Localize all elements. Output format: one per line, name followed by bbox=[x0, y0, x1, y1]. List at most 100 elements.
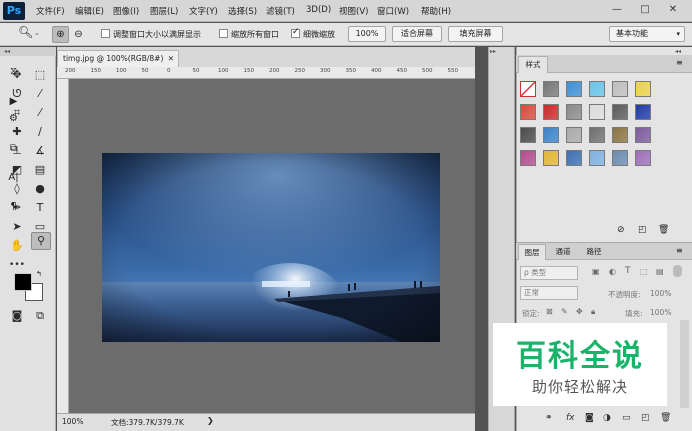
fill-value[interactable]: 100% bbox=[650, 308, 671, 317]
layers-menu-icon[interactable]: ≡ bbox=[676, 246, 683, 255]
tab-channels[interactable]: 通道 bbox=[549, 244, 577, 260]
menu-item-2[interactable]: 图像(I) bbox=[113, 5, 139, 17]
new-layer-icon[interactable]: ◰ bbox=[641, 413, 650, 423]
hand-tool-icon[interactable]: ✋ bbox=[8, 238, 26, 254]
brush-tool-icon[interactable]: ∕ bbox=[31, 124, 49, 140]
filter-smart-object-icon[interactable]: ▤ bbox=[656, 267, 664, 276]
style-swatch[interactable] bbox=[566, 150, 582, 166]
history-brush-tool-icon[interactable]: ∡ bbox=[31, 143, 49, 159]
fill-screen-button[interactable]: 填充屏幕 bbox=[448, 26, 503, 42]
menu-item-9[interactable]: 窗口(W) bbox=[377, 5, 409, 17]
lock-image-icon[interactable]: ✎ bbox=[561, 307, 568, 316]
menu-item-6[interactable]: 滤镜(T) bbox=[266, 5, 295, 17]
filter-pixel-icon[interactable]: ▣ bbox=[592, 267, 600, 276]
paragraph-panel-icon[interactable]: ¶ bbox=[5, 199, 22, 214]
workspace-dropdown[interactable]: 基本功能 ▾ bbox=[609, 26, 685, 42]
type-tool-icon[interactable]: T bbox=[31, 200, 49, 216]
style-swatch[interactable] bbox=[635, 81, 651, 97]
style-swatch[interactable] bbox=[589, 127, 605, 143]
character-panel-icon[interactable]: A| bbox=[5, 170, 22, 185]
link-layers-icon[interactable]: ⚭ bbox=[545, 413, 553, 423]
clone-source-panel-icon[interactable]: ⧉ bbox=[5, 141, 22, 156]
restore-button[interactable]: □ bbox=[634, 2, 656, 18]
style-swatch-none[interactable] bbox=[520, 81, 536, 97]
scrubby-zoom-checkbox[interactable] bbox=[291, 27, 300, 38]
style-swatch[interactable] bbox=[589, 150, 605, 166]
style-swatch[interactable] bbox=[612, 104, 628, 120]
style-swatch[interactable] bbox=[635, 104, 651, 120]
edit-toolbar-icon[interactable]: ••• bbox=[8, 257, 26, 273]
tab-layers[interactable]: 图层 bbox=[518, 244, 546, 260]
panel-collapse-icon[interactable]: ◂◂ bbox=[675, 48, 681, 55]
style-swatch[interactable] bbox=[566, 81, 582, 97]
fit-screen-button[interactable]: 适合屏幕 bbox=[392, 26, 442, 42]
style-swatch[interactable] bbox=[520, 104, 536, 120]
style-swatch[interactable] bbox=[520, 150, 536, 166]
opacity-value[interactable]: 100% bbox=[650, 289, 671, 298]
menu-item-10[interactable]: 帮助(H) bbox=[421, 5, 451, 17]
menu-item-7[interactable]: 3D(D) bbox=[306, 5, 331, 15]
zoom-all-windows-checkbox[interactable] bbox=[219, 29, 228, 38]
tab-paths[interactable]: 路径 bbox=[580, 244, 608, 260]
filter-toggle[interactable] bbox=[673, 265, 682, 277]
layers-scrollbar[interactable] bbox=[680, 320, 689, 408]
tab-styles[interactable]: 样式 bbox=[518, 56, 548, 73]
blend-mode-dropdown[interactable]: 正常 bbox=[520, 286, 578, 300]
foreground-color-swatch-front[interactable] bbox=[14, 273, 32, 291]
style-swatch[interactable] bbox=[635, 150, 651, 166]
close-button[interactable]: ✕ bbox=[662, 2, 684, 18]
style-swatch[interactable] bbox=[543, 104, 559, 120]
lock-position-icon[interactable]: ✥ bbox=[576, 307, 583, 316]
style-swatch[interactable] bbox=[543, 150, 559, 166]
panel-menu-icon[interactable]: ≡ bbox=[676, 58, 683, 67]
delete-layer-icon[interactable]: 🗑︎ bbox=[660, 413, 671, 423]
ruler-horizontal[interactable]: 200 150 100 50 0 50 100 150 200 250 300 350 400 450 50… bbox=[57, 67, 475, 79]
layer-kind-filter[interactable]: ρ 类型 bbox=[520, 266, 578, 280]
document-size[interactable]: 文档:379.7K/379.7K bbox=[111, 417, 184, 428]
style-swatch[interactable] bbox=[612, 81, 628, 97]
dock-collapse-icon[interactable]: ▸▸ bbox=[490, 48, 496, 55]
menu-item-5[interactable]: 选择(S) bbox=[228, 5, 257, 17]
menu-item-0[interactable]: 文件(F) bbox=[36, 5, 65, 17]
document-tab[interactable]: timg.jpg @ 100%(RGB/8#) ✕ bbox=[57, 50, 179, 67]
path-selection-tool-icon[interactable]: ➤ bbox=[8, 219, 26, 235]
marquee-tool-icon[interactable]: ⬚ bbox=[31, 67, 49, 83]
filter-adjustment-icon[interactable]: ◐ bbox=[609, 267, 616, 276]
eyedropper-tool-icon[interactable]: ⁄ bbox=[31, 105, 49, 121]
ruler-vertical[interactable] bbox=[57, 79, 69, 413]
zoom-status[interactable]: 100% bbox=[62, 417, 83, 426]
style-swatch[interactable] bbox=[635, 127, 651, 143]
gradient-tool-icon[interactable]: ▤ bbox=[31, 162, 49, 178]
style-swatch[interactable] bbox=[543, 127, 559, 143]
style-swatch[interactable] bbox=[589, 104, 605, 120]
adjustment-layer-icon[interactable]: ◑ bbox=[603, 413, 611, 423]
lock-transparent-icon[interactable]: ⊠ bbox=[546, 307, 553, 316]
layer-style-icon[interactable]: fx bbox=[566, 413, 575, 423]
style-swatch[interactable] bbox=[566, 127, 582, 143]
zoom-out-icon[interactable]: ⊖ bbox=[70, 26, 87, 43]
menu-item-8[interactable]: 视图(V) bbox=[339, 5, 368, 17]
screen-mode-icon[interactable]: ⧉ bbox=[31, 308, 49, 324]
menu-item-4[interactable]: 文字(Y) bbox=[189, 5, 218, 17]
history-panel-icon[interactable]: ⧖ bbox=[5, 64, 22, 79]
zoom-100-button[interactable]: 100% bbox=[348, 26, 386, 42]
menu-item-1[interactable]: 编辑(E) bbox=[75, 5, 104, 17]
status-menu-icon[interactable]: ❯ bbox=[207, 416, 214, 425]
delete-style-icon[interactable]: 🗑︎ bbox=[658, 225, 669, 235]
zoom-tool-icon[interactable]: 🔍︎ bbox=[18, 25, 33, 39]
new-group-icon[interactable]: ▭ bbox=[622, 413, 631, 423]
healing-brush-tool-icon[interactable]: ✚ bbox=[8, 124, 26, 140]
resize-windows-checkbox[interactable] bbox=[101, 29, 110, 38]
add-mask-icon[interactable]: ◙ bbox=[585, 413, 594, 423]
properties-panel-icon[interactable]: ⚙ bbox=[5, 111, 22, 126]
document-image[interactable] bbox=[102, 153, 440, 342]
lock-all-icon[interactable]: 🔒︎ bbox=[591, 307, 595, 317]
minimize-button[interactable]: — bbox=[606, 2, 628, 18]
filter-shape-icon[interactable]: ⬚ bbox=[640, 267, 648, 276]
swap-colors-icon[interactable]: ↰ bbox=[36, 270, 42, 278]
style-swatch[interactable] bbox=[520, 127, 536, 143]
tool-preset-dropdown-icon[interactable]: ⌄ bbox=[34, 29, 40, 37]
style-swatch[interactable] bbox=[589, 81, 605, 97]
style-swatch[interactable] bbox=[612, 150, 628, 166]
filter-type-icon[interactable]: T bbox=[625, 266, 631, 276]
